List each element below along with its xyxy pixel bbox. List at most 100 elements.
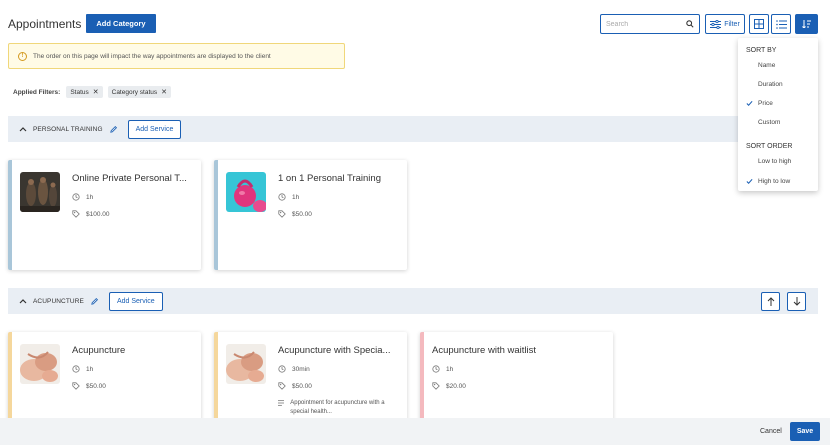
search-input[interactable] — [606, 20, 686, 28]
service-card[interactable]: Online Private Personal T... 1h $100.00 — [8, 160, 201, 270]
filter-button[interactable]: Filter — [705, 14, 745, 34]
duration-text: 1h — [446, 365, 454, 373]
page-title: Appointments — [8, 16, 82, 31]
sort-order-low-to-high[interactable]: Low to high — [758, 158, 791, 165]
save-button[interactable]: Save — [790, 422, 820, 441]
sliders-icon — [710, 19, 722, 29]
tag-icon — [432, 382, 440, 390]
category-name: ACUPUNCTURE — [33, 297, 84, 305]
service-duration: 1h — [72, 193, 93, 201]
sort-by-heading: SORT BY — [746, 47, 777, 54]
arrow-up-icon — [767, 297, 774, 306]
close-icon[interactable]: ✕ — [93, 88, 99, 96]
applied-filters-label: Applied Filters: — [13, 88, 61, 96]
price-text: $50.00 — [292, 382, 312, 390]
cancel-button[interactable]: Cancel — [760, 428, 782, 435]
grid-icon — [754, 19, 764, 29]
service-name: Online Private Personal T... — [72, 173, 187, 184]
clock-icon — [432, 365, 440, 373]
tag-icon — [72, 210, 80, 218]
service-duration: 30min — [278, 365, 310, 373]
service-price: $100.00 — [72, 210, 110, 218]
service-price: $50.00 — [278, 382, 312, 390]
add-category-button[interactable]: Add Category — [86, 14, 156, 33]
move-down-button[interactable] — [787, 292, 806, 311]
service-card[interactable]: 1 on 1 Personal Training 1h $50.00 — [214, 160, 407, 270]
filter-chip-category-status[interactable]: Category status ✕ — [107, 86, 172, 98]
service-card[interactable]: Acupuncture with Specia... 30min $50.00 … — [214, 332, 407, 427]
chip-label: Category status — [111, 88, 158, 96]
checkmark-icon — [746, 100, 753, 107]
tag-icon — [278, 210, 286, 218]
info-banner: ! The order on this page will impact the… — [8, 43, 345, 69]
add-service-button[interactable]: Add Service — [127, 119, 182, 139]
banner-text: The order on this page will impact the w… — [33, 52, 271, 60]
duration-text: 30min — [292, 365, 310, 373]
arrow-down-icon — [793, 297, 800, 306]
list-view-button[interactable] — [771, 14, 791, 34]
hands-photo-icon — [20, 344, 60, 384]
clock-icon — [278, 365, 286, 373]
chevron-up-icon[interactable] — [19, 298, 27, 304]
close-icon[interactable]: ✕ — [161, 88, 167, 96]
sort-order-heading: SORT ORDER — [746, 143, 793, 150]
sort-order-high-to-low[interactable]: High to low — [758, 178, 790, 185]
sort-option-price[interactable]: Price — [758, 100, 773, 107]
price-text: $50.00 — [292, 210, 312, 218]
card-accent — [420, 332, 424, 427]
kettlebell-photo-icon — [226, 172, 266, 212]
sort-button[interactable] — [795, 14, 818, 34]
sort-icon — [802, 20, 811, 28]
checkmark-icon — [746, 178, 753, 185]
move-up-button[interactable] — [761, 292, 780, 311]
tag-icon — [72, 382, 80, 390]
list-icon — [775, 19, 787, 29]
price-text: $20.00 — [446, 382, 466, 390]
sort-option-name[interactable]: Name — [758, 62, 775, 69]
page-header: Appointments Add Category — [8, 14, 156, 33]
fitness-photo-icon — [20, 172, 60, 212]
service-description: Appointment for acupuncture with a speci… — [278, 399, 398, 417]
service-name: Acupuncture with waitlist — [432, 345, 537, 356]
chip-label: Status — [70, 88, 89, 96]
duration-text: 1h — [86, 193, 94, 201]
category-name: PERSONAL TRAINING — [33, 125, 103, 133]
duration-text: 1h — [86, 365, 94, 373]
card-accent — [214, 160, 218, 270]
search-icon[interactable] — [686, 20, 694, 28]
service-duration: 1h — [72, 365, 93, 373]
grid-view-button[interactable] — [749, 14, 769, 34]
search-box[interactable] — [600, 14, 700, 34]
sort-option-custom[interactable]: Custom — [758, 119, 780, 126]
category-acupuncture: ACUPUNCTURE Add Service — [8, 288, 818, 314]
category-personal-training: PERSONAL TRAINING Add Service — [8, 116, 818, 142]
duration-text: 1h — [292, 193, 300, 201]
filter-label: Filter — [724, 20, 740, 28]
chevron-up-icon[interactable] — [19, 126, 27, 132]
service-name: 1 on 1 Personal Training — [278, 173, 381, 184]
filter-chip-status[interactable]: Status ✕ — [66, 86, 103, 98]
service-price: $20.00 — [432, 382, 466, 390]
service-price: $50.00 — [72, 382, 106, 390]
service-name: Acupuncture with Specia... — [278, 345, 391, 356]
service-card[interactable]: Acupuncture 1h $50.00 — [8, 332, 201, 427]
service-name: Acupuncture — [72, 345, 126, 356]
warning-icon: ! — [18, 51, 27, 61]
service-price: $50.00 — [278, 210, 312, 218]
service-duration: 1h — [432, 365, 453, 373]
card-accent — [8, 332, 12, 427]
pencil-icon[interactable] — [90, 297, 99, 306]
appointments-page: Appointments Add Category Filter ! The o… — [0, 0, 830, 445]
clock-icon — [72, 193, 80, 201]
footer-bar: Cancel Save — [0, 418, 830, 445]
pencil-icon[interactable] — [109, 125, 118, 134]
clock-icon — [278, 193, 286, 201]
card-accent — [214, 332, 218, 427]
service-card[interactable]: Acupuncture with waitlist 1h $20.00 — [420, 332, 613, 427]
description-text: Appointment for acupuncture with a speci… — [290, 400, 385, 415]
clock-icon — [72, 365, 80, 373]
sort-option-duration[interactable]: Duration — [758, 81, 783, 88]
tag-icon — [278, 382, 286, 390]
add-service-button[interactable]: Add Service — [108, 291, 163, 311]
applied-filters: Applied Filters: Status ✕ Category statu… — [13, 86, 172, 98]
